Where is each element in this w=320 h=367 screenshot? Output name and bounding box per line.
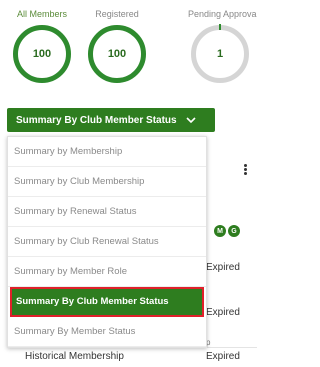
summary-dropdown-menu: Summary by Membership Summary by Club Me… xyxy=(7,136,207,348)
menu-item-summary-by-member-role[interactable]: Summary by Member Role xyxy=(8,257,206,287)
menu-item-summary-by-membership[interactable]: Summary by Membership xyxy=(8,137,206,167)
stat-registered[interactable]: Registered 100 xyxy=(77,8,157,83)
badge-m: M xyxy=(214,225,226,237)
stat-value: 100 xyxy=(32,48,52,60)
menu-item-summary-by-renewal-status[interactable]: Summary by Renewal Status xyxy=(8,197,206,227)
status-expired: Expired xyxy=(206,307,240,318)
menu-item-summary-by-club-renewal-status[interactable]: Summary by Club Renewal Status xyxy=(8,227,206,257)
summary-dropdown-label: Summary By Club Member Status xyxy=(16,114,177,126)
member-summary-page: All Members 100 Registered 100 Pending A… xyxy=(0,0,265,367)
ring-progress-tick xyxy=(219,24,221,30)
stat-label: Registered xyxy=(95,9,139,19)
stat-ring: 100 xyxy=(88,25,146,83)
status-expired: Expired xyxy=(206,351,240,362)
stat-ring: 1 xyxy=(191,24,249,83)
member-badges: M G xyxy=(214,225,240,237)
menu-item-summary-by-member-status[interactable]: Summary By Member Status xyxy=(8,317,206,347)
more-options-icon[interactable] xyxy=(240,163,250,179)
stat-label: All Members xyxy=(16,9,67,19)
chevron-down-icon xyxy=(186,115,196,125)
menu-item-summary-by-club-membership[interactable]: Summary by Club Membership xyxy=(8,167,206,197)
stat-ring: 100 xyxy=(13,25,71,83)
stat-all-members[interactable]: All Members 100 xyxy=(2,8,82,83)
status-expired: Expired xyxy=(206,262,240,273)
stat-value: 100 xyxy=(107,48,127,60)
stat-pending-approval[interactable]: Pending Approva 1 xyxy=(180,8,260,83)
badge-g: G xyxy=(228,225,240,237)
stat-value: 1 xyxy=(216,48,224,60)
stat-label: Pending Approva xyxy=(188,9,257,19)
summary-dropdown-button[interactable]: Summary By Club Member Status xyxy=(7,108,215,132)
menu-item-summary-by-club-member-status[interactable]: Summary By Club Member Status xyxy=(10,287,204,317)
historical-membership-label: Historical Membership xyxy=(25,351,124,362)
